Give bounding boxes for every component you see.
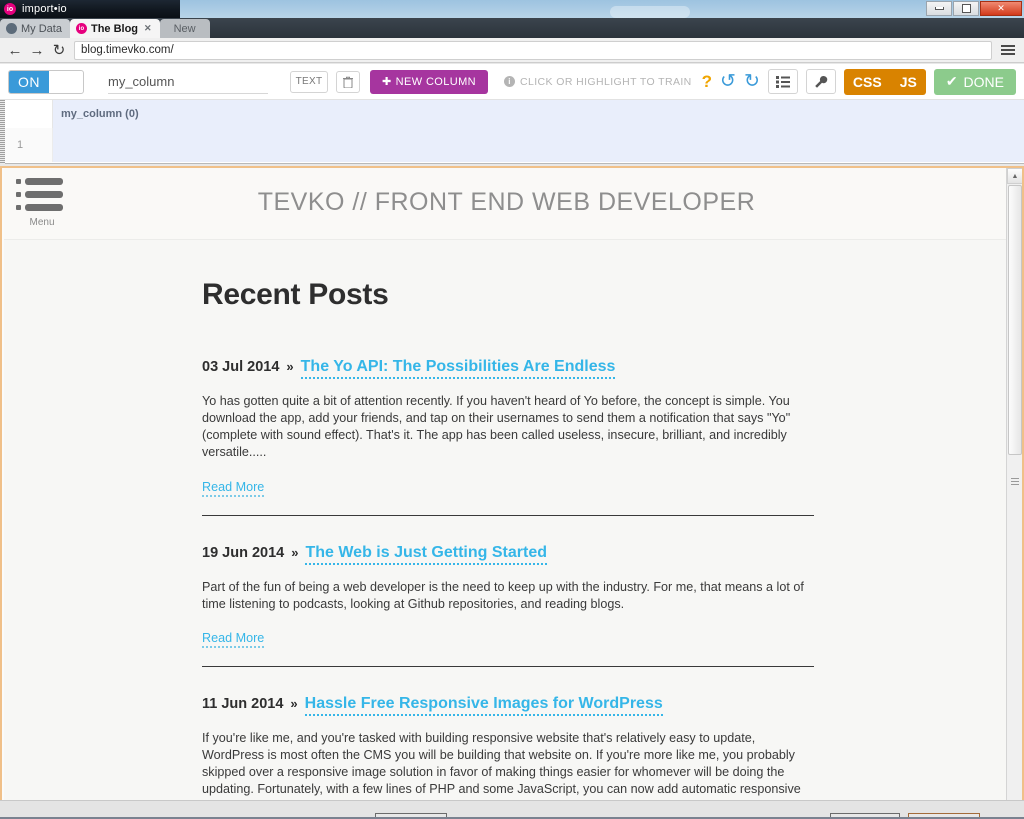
post-date: 03 Jul 2014: [202, 359, 280, 375]
browser-tabstrip: My Data io The Blog ✕ New: [0, 18, 1024, 38]
post-item: 11 Jun 2014 » Hassle Free Responsive Ima…: [202, 695, 814, 800]
page-title: Recent Posts: [202, 278, 389, 311]
post-divider: [202, 514, 814, 516]
grid-header-row: my_column (0): [5, 100, 1024, 128]
extractor-toolbar-right: ? ↺ ↻ CSS JS ✔ DONE: [702, 68, 1016, 95]
trash-icon[interactable]: [336, 70, 360, 93]
trash-glyph: [343, 76, 353, 88]
tab-label: My Data: [21, 22, 62, 35]
done-label: DONE: [963, 73, 1004, 90]
back-icon[interactable]: ←: [4, 39, 26, 61]
close-button[interactable]: ✕: [980, 1, 1022, 16]
maximize-icon: [961, 4, 971, 13]
post-arrow-icon: »: [286, 359, 294, 374]
scrollbar-thumb[interactable]: [1008, 185, 1022, 455]
train-hint: i CLICK OR HIGHLIGHT TO TRAIN: [504, 76, 692, 88]
read-more-link[interactable]: Read More: [202, 631, 265, 648]
browser-tab-new[interactable]: New: [159, 19, 210, 38]
scrollbar-grip-icon: [1011, 478, 1019, 486]
grid-cell[interactable]: [53, 128, 1024, 162]
menu-label: Menu: [29, 217, 55, 228]
toggle-state-label: ON: [9, 70, 49, 93]
browser-tab-my-data[interactable]: My Data: [0, 19, 70, 38]
new-column-label: NEW COLUMN: [395, 75, 477, 88]
row-number: 1: [5, 128, 53, 162]
post-item: 03 Jul 2014 » The Yo API: The Possibilit…: [202, 358, 814, 516]
wrench-icon[interactable]: [805, 69, 836, 94]
post-excerpt: Yo has gotten quite a bit of attention r…: [202, 394, 791, 460]
done-button[interactable]: ✔ DONE: [933, 68, 1016, 95]
address-input[interactable]: blog.timevko.com/: [74, 40, 992, 60]
extractor-toolbar: ON my_column TEXT ✚ NEW COLUMN i CLICK O…: [0, 64, 1024, 100]
grid-column-header[interactable]: my_column (0): [53, 100, 1024, 128]
post-header: 19 Jun 2014 » The Web is Just Getting St…: [202, 544, 814, 565]
post-excerpt: If you're like me, and you're tasked wit…: [202, 730, 801, 800]
post-header: 11 Jun 2014 » Hassle Free Responsive Ima…: [202, 695, 814, 716]
check-icon: ✔: [945, 73, 958, 89]
help-icon[interactable]: ?: [702, 72, 712, 92]
tab-label: New: [173, 22, 196, 35]
maximize-button[interactable]: [953, 1, 979, 16]
post-date: 11 Jun 2014: [202, 695, 284, 712]
browser-urlbar: ← → ↻ blog.timevko.com/: [0, 38, 1024, 63]
post-header: 03 Jul 2014 » The Yo API: The Possibilit…: [202, 358, 814, 379]
scroll-up-arrow-icon[interactable]: ▲: [1007, 168, 1022, 184]
page-viewport: Menu TEVKO // FRONT END WEB DEVELOPER Re…: [0, 166, 1024, 800]
minimize-icon: [934, 7, 944, 10]
plus-icon: ✚: [382, 76, 392, 88]
list-glyph: [775, 75, 790, 88]
tab-label: The Blog: [90, 22, 139, 35]
browser-menu-icon[interactable]: [996, 40, 1020, 60]
column-type-button[interactable]: TEXT: [290, 70, 328, 93]
columns-list-icon[interactable]: [767, 69, 798, 94]
post-date: 19 Jun 2014: [202, 544, 285, 561]
page-vertical-scrollbar[interactable]: ▲: [1006, 168, 1022, 800]
site-header: Menu TEVKO // FRONT END WEB DEVELOPER: [4, 168, 1009, 240]
bottom-status-strip: [0, 800, 1024, 819]
browser-tab-the-blog[interactable]: io The Blog ✕: [69, 19, 160, 38]
reload-icon[interactable]: ↻: [48, 39, 70, 61]
window-controls: ✕: [926, 1, 1022, 16]
train-hint-label: CLICK OR HIGHLIGHT TO TRAIN: [520, 75, 692, 88]
minimize-button[interactable]: [926, 1, 952, 16]
read-more-link[interactable]: Read More: [202, 480, 265, 497]
post-arrow-icon: »: [291, 544, 299, 560]
grid-corner-cell: [5, 100, 53, 128]
post-title-link[interactable]: Hassle Free Responsive Images for WordPr…: [304, 695, 663, 716]
window-title: import•io: [22, 3, 67, 15]
undo-icon[interactable]: ↺: [720, 70, 736, 93]
post-arrow-icon: »: [290, 695, 298, 711]
desktop-wallpaper: [180, 0, 1024, 18]
site-title: TEVKO // FRONT END WEB DEVELOPER: [257, 188, 756, 216]
globe-icon: [6, 23, 17, 34]
post-divider: [202, 665, 814, 667]
css-js-button-group: CSS JS: [843, 68, 926, 95]
window-titlebar: io import•io ✕: [0, 0, 1024, 18]
extractor-toggle[interactable]: ON: [8, 69, 84, 94]
rendered-webpage: Menu TEVKO // FRONT END WEB DEVELOPER Re…: [4, 168, 1009, 800]
info-icon: i: [504, 76, 516, 87]
table-row[interactable]: 1: [5, 128, 1024, 162]
page-content: Recent Posts 03 Jul 2014 » The Yo API: T…: [4, 240, 1009, 800]
redo-icon[interactable]: ↻: [744, 70, 760, 93]
tab-close-icon[interactable]: ✕: [144, 23, 152, 34]
post-item: 19 Jun 2014 » The Web is Just Getting St…: [202, 544, 814, 667]
importio-favicon-icon: io: [75, 23, 87, 34]
js-button[interactable]: JS: [890, 68, 926, 95]
post-excerpt: Part of the fun of being a web developer…: [202, 579, 804, 611]
column-name-input[interactable]: my_column: [108, 70, 268, 94]
post-title-link[interactable]: The Yo API: The Possibilities Are Endles…: [300, 358, 616, 379]
data-grid: my_column (0) 1: [0, 100, 1024, 164]
wrench-glyph: [815, 75, 828, 88]
css-button[interactable]: CSS: [843, 68, 891, 95]
forward-icon[interactable]: →: [26, 39, 48, 61]
importio-logo-icon: io: [4, 3, 16, 15]
post-title-link[interactable]: The Web is Just Getting Started: [305, 544, 547, 565]
new-column-button[interactable]: ✚ NEW COLUMN: [370, 69, 489, 94]
app-window: io import•io ✕ My Data io The Blog ✕ New…: [0, 0, 1024, 819]
